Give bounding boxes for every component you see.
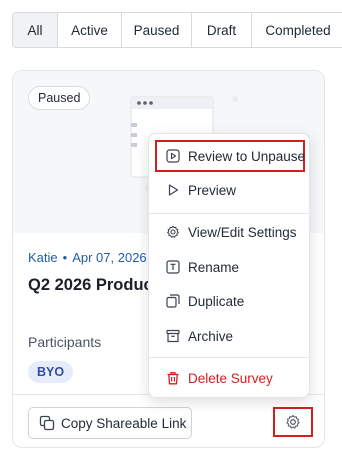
menu-item-label: Delete Survey xyxy=(188,370,273,386)
menu-item-view-edit-settings[interactable]: View/Edit Settings xyxy=(149,216,309,248)
trash-icon xyxy=(167,372,179,385)
gear-icon xyxy=(286,414,300,429)
menu-divider xyxy=(149,357,309,358)
play-icon xyxy=(168,184,179,196)
participants-label: Participants xyxy=(28,334,102,350)
menu-item-label: Archive xyxy=(188,328,234,344)
menu-item-label: Review to Unpause xyxy=(188,148,306,164)
participants-badge: BYO xyxy=(28,361,74,383)
menu-item-delete-survey[interactable]: Delete Survey xyxy=(149,362,309,394)
survey-actions-menu: Review to Unpause Preview View/Edit Sett… xyxy=(148,133,310,398)
play-square-icon xyxy=(166,149,180,163)
copy-shareable-link-button[interactable]: Copy Shareable Link xyxy=(28,407,192,439)
menu-item-label: Rename xyxy=(188,259,240,275)
status-filter-tabs: All Active Paused Draft Completed xyxy=(12,12,342,48)
menu-item-preview[interactable]: Preview xyxy=(149,174,309,206)
settings-gear-button[interactable] xyxy=(273,407,313,437)
tab-active[interactable]: Active xyxy=(58,13,122,47)
menu-item-archive[interactable]: Archive xyxy=(149,320,309,352)
status-badge: Paused xyxy=(28,86,91,110)
tab-all[interactable]: All xyxy=(13,13,58,47)
copy-link-label: Copy Shareable Link xyxy=(61,415,187,431)
menu-item-label: Duplicate xyxy=(188,293,245,309)
tab-paused[interactable]: Paused xyxy=(122,13,192,47)
tab-completed[interactable]: Completed xyxy=(252,13,342,47)
archive-icon xyxy=(166,329,180,343)
text-box-icon xyxy=(166,260,180,274)
survey-meta: Katie • Apr 07, 2026 xyxy=(28,250,147,265)
meta-separator: • xyxy=(62,250,68,265)
copy-icon xyxy=(166,294,180,308)
menu-item-review-to-unpause[interactable]: Review to Unpause xyxy=(155,140,305,172)
menu-item-rename[interactable]: Rename xyxy=(149,251,309,283)
menu-divider xyxy=(149,213,309,214)
survey-date: Apr 07, 2026 xyxy=(72,250,147,265)
tab-draft[interactable]: Draft xyxy=(192,13,252,47)
menu-item-label: View/Edit Settings xyxy=(188,224,297,240)
copy-icon xyxy=(39,415,55,431)
menu-item-label: Preview xyxy=(188,182,237,198)
author-name: Katie xyxy=(28,250,58,265)
menu-item-duplicate[interactable]: Duplicate xyxy=(149,285,309,317)
gear-icon xyxy=(167,225,179,238)
